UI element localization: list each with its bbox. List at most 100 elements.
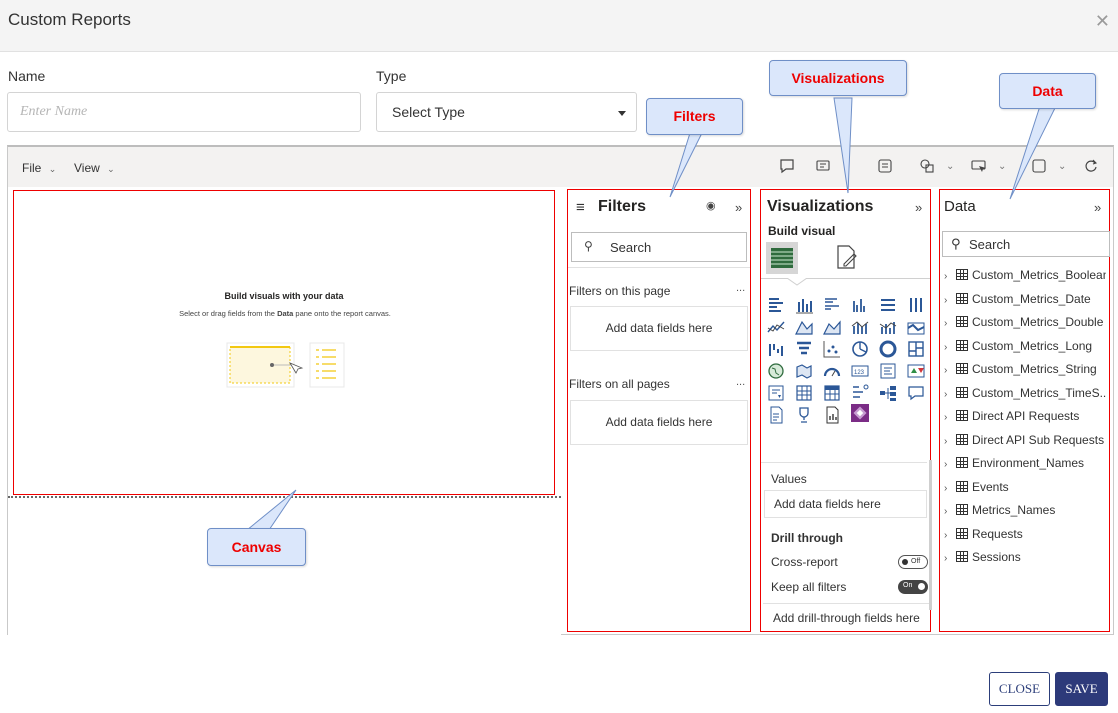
power-apps-report-icon[interactable]: [823, 406, 841, 424]
paginated-report-icon[interactable]: [767, 406, 785, 424]
chevron-right-icon[interactable]: ›: [944, 506, 956, 517]
matrix-icon[interactable]: [823, 384, 841, 402]
pie-chart-icon[interactable]: [851, 340, 869, 358]
chevron-right-icon[interactable]: ›: [944, 271, 956, 282]
more-options-icon[interactable]: ...: [736, 376, 745, 388]
key-influencers-icon[interactable]: [851, 384, 869, 402]
drill-through-dropzone[interactable]: Add drill-through fields here: [773, 611, 920, 625]
chevron-right-icon[interactable]: ›: [944, 412, 956, 423]
gauge-icon[interactable]: [823, 362, 841, 380]
type-select[interactable]: Select Type: [376, 92, 637, 132]
report-canvas[interactable]: Build visuals with your data Select or d…: [8, 187, 561, 635]
card-icon[interactable]: 123: [851, 362, 869, 380]
visual-container-icon[interactable]: [1030, 157, 1048, 175]
100-stacked-bar-icon[interactable]: [879, 296, 897, 314]
refresh-icon[interactable]: [1082, 157, 1100, 175]
comment-icon[interactable]: [778, 157, 796, 175]
chevron-right-icon[interactable]: ›: [944, 436, 956, 447]
file-menu[interactable]: File ⌄: [22, 161, 56, 175]
waterfall-chart-icon[interactable]: [767, 340, 785, 358]
table-icon[interactable]: [795, 384, 813, 402]
kpi-icon[interactable]: [907, 362, 925, 380]
chevron-right-icon[interactable]: ›: [944, 459, 956, 470]
filters-title: Filters: [598, 198, 647, 215]
scatter-chart-icon[interactable]: [823, 340, 841, 358]
stacked-bar-chart-icon[interactable]: [767, 296, 785, 314]
data-table-item[interactable]: › Custom_Metrics_Double: [944, 315, 1106, 333]
data-search-input[interactable]: ⚲ Search: [942, 231, 1110, 257]
chevron-down-icon[interactable]: ⌄: [998, 161, 1006, 172]
filled-map-icon[interactable]: [795, 362, 813, 380]
close-icon[interactable]: ✕: [1095, 11, 1110, 32]
power-apps-icon[interactable]: [851, 404, 869, 422]
chevron-right-icon[interactable]: ›: [944, 389, 956, 400]
chevron-down-icon[interactable]: ⌄: [1058, 161, 1066, 172]
smart-narrative-icon[interactable]: [814, 157, 832, 175]
more-options-icon[interactable]: ...: [736, 282, 745, 294]
multi-row-card-icon[interactable]: [879, 362, 897, 380]
chevron-right-icon[interactable]: ›: [944, 483, 956, 494]
chevron-right-icon[interactable]: ›: [944, 295, 956, 306]
donut-chart-icon[interactable]: [879, 340, 897, 358]
cross-report-toggle[interactable]: Off: [898, 555, 928, 569]
name-input[interactable]: [7, 92, 361, 132]
chevron-right-icon[interactable]: ›: [944, 530, 956, 541]
save-button[interactable]: SAVE: [1055, 672, 1108, 706]
qa-visual-icon[interactable]: [907, 384, 925, 402]
chevron-right-icon[interactable]: ›: [944, 318, 956, 329]
data-table-item[interactable]: › Metrics_Names: [944, 503, 1106, 521]
line-and-clustered-column-icon[interactable]: [879, 318, 897, 336]
format-visual-icon[interactable]: [831, 242, 861, 272]
filters-search-input[interactable]: ⚲ Search: [571, 232, 747, 262]
data-table-item[interactable]: › Custom_Metrics_TimeS...: [944, 386, 1106, 404]
keep-all-filters-toggle[interactable]: On: [898, 580, 928, 594]
view-menu[interactable]: View ⌄: [74, 161, 115, 175]
data-table-item[interactable]: › Custom_Metrics_Date: [944, 292, 1106, 310]
map-icon[interactable]: [767, 362, 785, 380]
all-pages-filters-dropzone[interactable]: Add data fields here: [570, 400, 748, 445]
100-stacked-column-icon[interactable]: [907, 296, 925, 314]
line-and-column-chart-icon[interactable]: [851, 318, 869, 336]
data-table-item[interactable]: › Events: [944, 480, 1106, 498]
chevrons-right-icon[interactable]: »: [735, 200, 742, 215]
ribbon-chart-icon[interactable]: [907, 318, 925, 336]
treemap-icon[interactable]: [907, 340, 925, 358]
trophy-icon[interactable]: [795, 406, 813, 424]
data-table-item[interactable]: › Custom_Metrics_Long: [944, 339, 1106, 357]
canvas-page[interactable]: Build visuals with your data Select or d…: [13, 190, 555, 495]
data-table-item[interactable]: › Direct API Sub Requests: [944, 433, 1106, 451]
data-table-item[interactable]: › Custom_Metrics_Boolean: [944, 268, 1106, 286]
line-chart-icon[interactable]: [767, 318, 785, 336]
chevron-right-icon[interactable]: ›: [944, 553, 956, 564]
chevron-right-icon[interactable]: ›: [944, 365, 956, 376]
page-filters-dropzone[interactable]: Add data fields here: [570, 306, 748, 351]
text-box-icon[interactable]: [876, 157, 894, 175]
buttons-icon[interactable]: [970, 157, 988, 175]
data-table-item[interactable]: › Requests: [944, 527, 1106, 545]
chevron-down-icon: ⌄: [107, 164, 115, 174]
table-icon: [956, 363, 968, 374]
eye-icon[interactable]: ◉: [706, 199, 716, 212]
data-table-item[interactable]: › Environment_Names: [944, 456, 1106, 474]
stacked-area-chart-icon[interactable]: [823, 318, 841, 336]
values-dropzone[interactable]: Add data fields here: [764, 490, 927, 518]
build-visual-tab[interactable]: [766, 242, 798, 274]
chevrons-right-icon[interactable]: »: [915, 200, 922, 215]
area-chart-icon[interactable]: [795, 318, 813, 336]
data-table-item[interactable]: › Direct API Requests: [944, 409, 1106, 427]
clustered-bar-chart-icon[interactable]: [823, 296, 841, 314]
clustered-column-chart-icon[interactable]: [851, 296, 869, 314]
shapes-icon[interactable]: [918, 157, 936, 175]
chevron-down-icon[interactable]: ⌄: [946, 161, 954, 172]
data-table-item[interactable]: › Custom_Metrics_String: [944, 362, 1106, 380]
chevrons-right-icon[interactable]: »: [1094, 200, 1101, 215]
slicer-icon[interactable]: [767, 384, 785, 402]
funnel-chart-icon[interactable]: [795, 340, 813, 358]
data-table-item[interactable]: › Sessions: [944, 550, 1106, 568]
data-table-label: Custom_Metrics_Double: [972, 315, 1104, 329]
close-button[interactable]: CLOSE: [989, 672, 1050, 706]
scrollbar[interactable]: [929, 460, 932, 610]
stacked-column-chart-icon[interactable]: [795, 296, 813, 314]
chevron-right-icon[interactable]: ›: [944, 342, 956, 353]
decomposition-tree-icon[interactable]: [879, 384, 897, 402]
